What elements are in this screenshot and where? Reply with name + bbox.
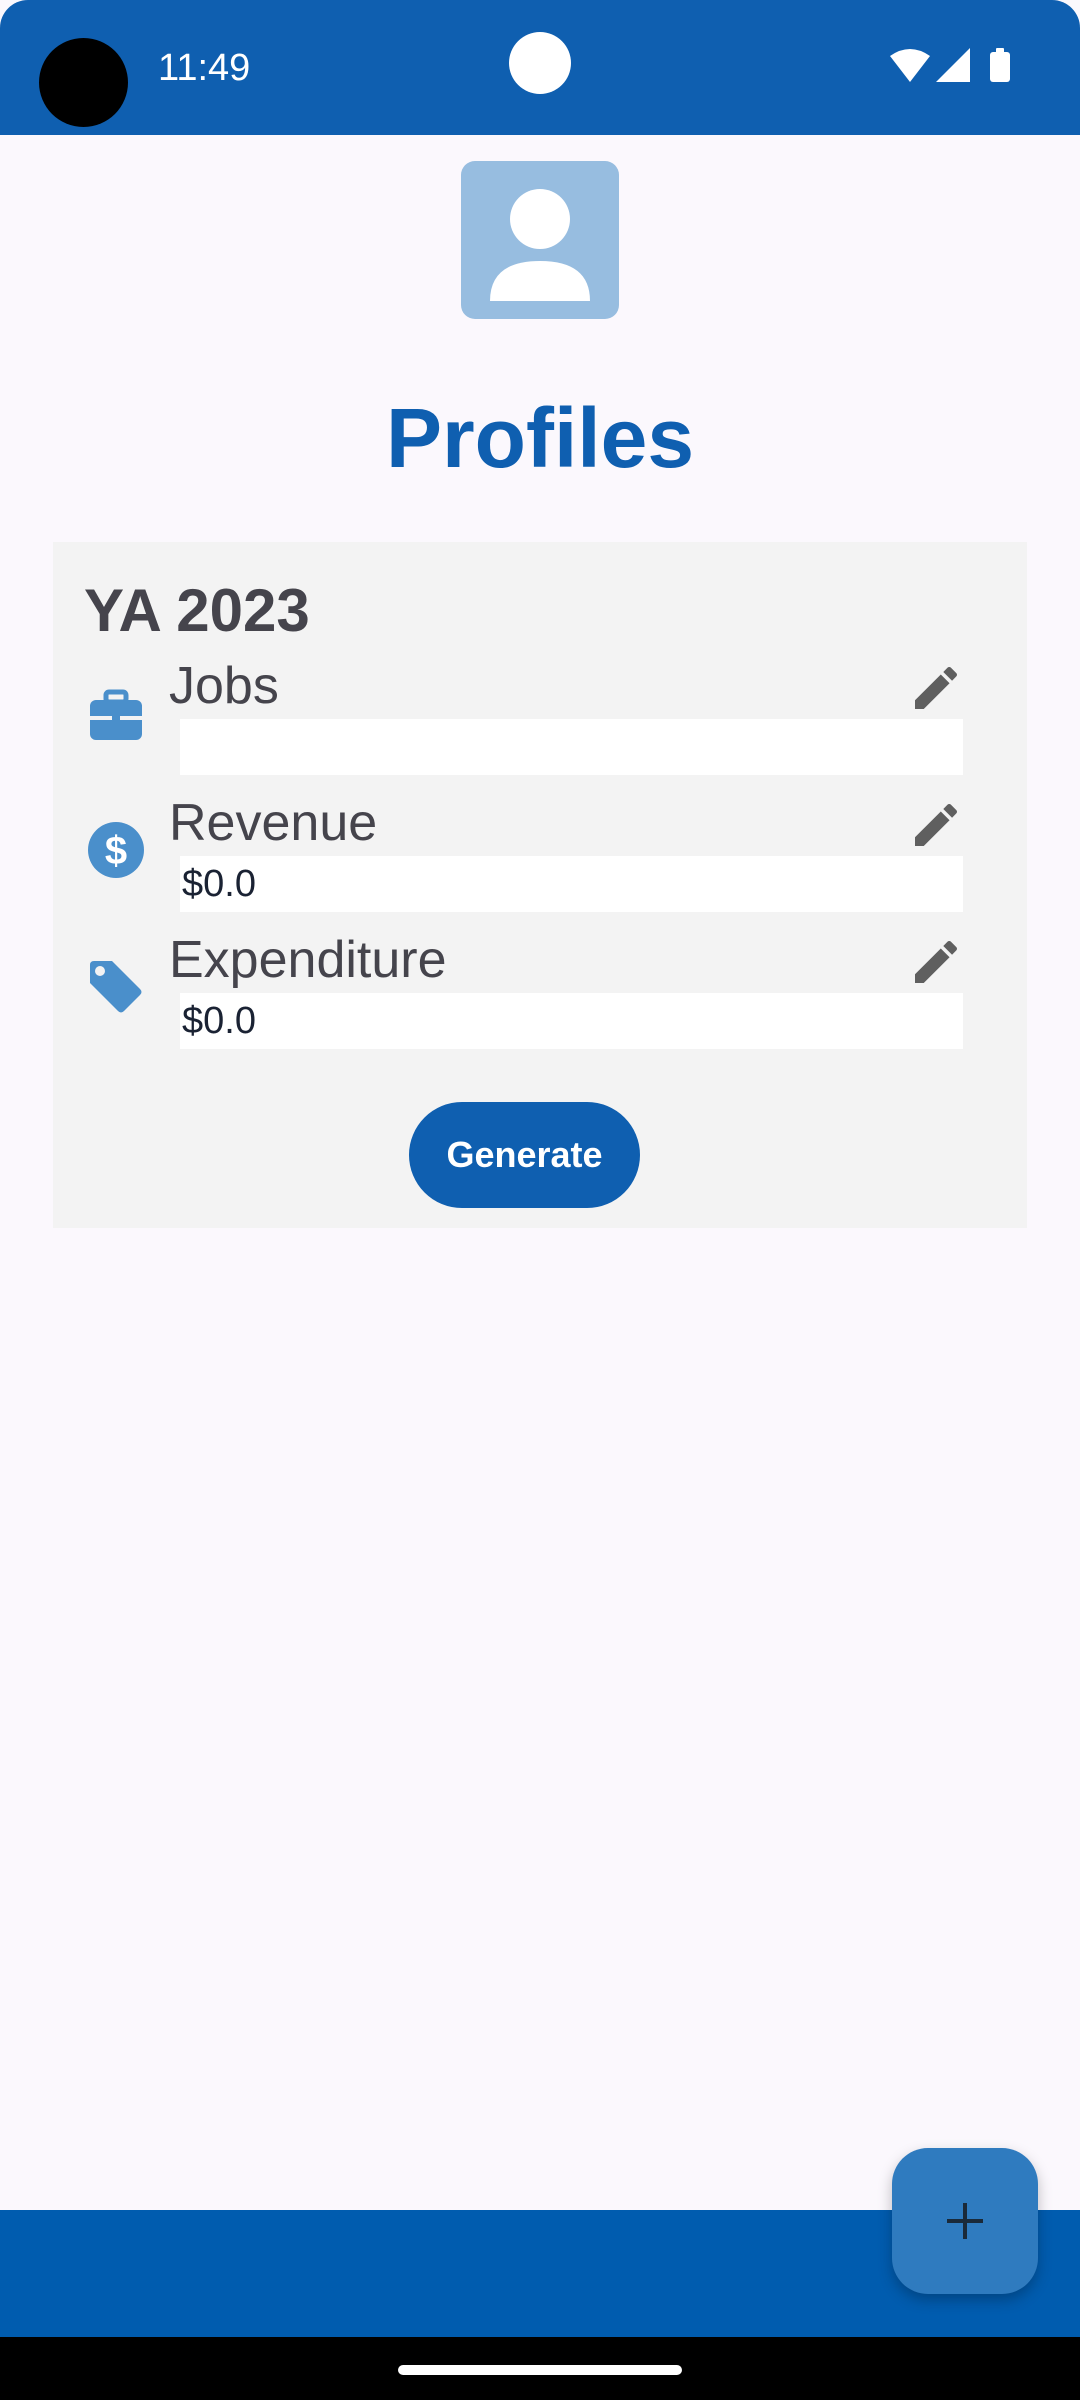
edit-jobs-button[interactable] bbox=[908, 660, 964, 716]
card-title: YA 2023 bbox=[84, 577, 310, 644]
dollar-circle-icon: $ bbox=[88, 822, 144, 878]
svg-text:$: $ bbox=[105, 829, 127, 873]
camera-dot bbox=[509, 32, 571, 94]
pencil-icon bbox=[915, 803, 958, 846]
revenue-value-field: $0.0 bbox=[180, 856, 963, 912]
tag-icon bbox=[90, 961, 142, 1013]
person-icon bbox=[490, 189, 590, 301]
battery-icon bbox=[990, 48, 1010, 82]
briefcase-icon bbox=[90, 689, 142, 740]
jobs-label: Jobs bbox=[169, 657, 279, 715]
status-icons bbox=[890, 48, 1010, 82]
avatar[interactable] bbox=[461, 161, 619, 319]
camera-cutout bbox=[39, 38, 128, 127]
signal-icon bbox=[936, 48, 970, 82]
home-indicator[interactable] bbox=[398, 2365, 682, 2375]
jobs-value-field bbox=[180, 719, 963, 775]
page-title: Profiles bbox=[385, 391, 695, 485]
wifi-icon bbox=[890, 49, 930, 82]
status-bar: 11:49 bbox=[0, 0, 1080, 135]
expenditure-value-field: $0.0 bbox=[180, 993, 963, 1049]
generate-button[interactable]: Generate bbox=[409, 1102, 640, 1208]
plus-icon bbox=[947, 2203, 983, 2239]
status-time: 11:49 bbox=[158, 47, 251, 89]
pencil-icon bbox=[915, 940, 958, 983]
revenue-label: Revenue bbox=[169, 794, 378, 852]
add-fab-button[interactable] bbox=[892, 2148, 1038, 2294]
expenditure-label: Expenditure bbox=[169, 931, 447, 989]
pencil-icon bbox=[915, 666, 958, 709]
edit-expenditure-button[interactable] bbox=[908, 934, 964, 990]
edit-revenue-button[interactable] bbox=[908, 797, 964, 853]
